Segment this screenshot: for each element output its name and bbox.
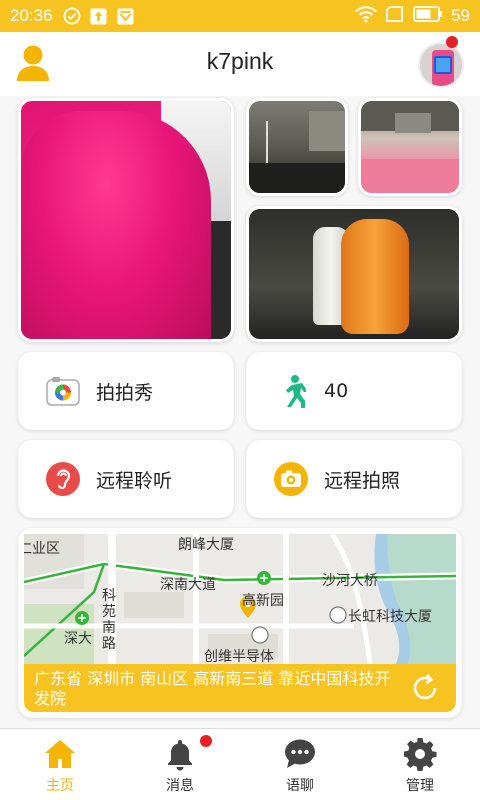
remote-photo-label: 远程拍照 [324, 469, 401, 492]
photo-show-label: 拍拍秀 [96, 381, 154, 404]
remote-camera-icon [274, 462, 308, 496]
map-label: 创维半导体 [204, 649, 274, 664]
app-header: k7pink [0, 32, 480, 96]
battery-level: 59 [451, 6, 470, 25]
map-label: 深南大道 [160, 577, 216, 593]
location-map-card[interactable]: 仁业区 朗峰大厦 深南大道 沙河大桥 高新园 科苑南路 长虹科技大厦 深大 创维… [18, 528, 462, 718]
remote-photo-button[interactable]: 远程拍照 [246, 440, 462, 518]
map-label: 深大 [64, 631, 92, 647]
tab-messages[interactable]: 消息 [120, 729, 240, 800]
map-label: 朗峰大厦 [178, 537, 234, 553]
photo-thumb[interactable] [358, 98, 462, 196]
tab-home-label: 主页 [46, 778, 74, 794]
battery-icon [413, 5, 443, 27]
watch-avatar[interactable] [418, 42, 464, 88]
check-circle-icon [63, 7, 81, 25]
tab-home[interactable]: 主页 [0, 729, 120, 800]
gear-icon [403, 737, 437, 771]
photo-thumb[interactable] [246, 98, 348, 196]
map-label: 仁业区 [24, 541, 60, 557]
map-view[interactable]: 仁业区 朗峰大厦 深南大道 沙河大桥 高新园 科苑南路 长虹科技大厦 深大 创维… [24, 534, 456, 664]
remote-listen-button[interactable]: 远程聆听 [18, 440, 234, 518]
home-icon [43, 737, 77, 771]
wifi-icon [355, 5, 377, 27]
refresh-icon[interactable] [408, 671, 442, 705]
address-text: 广东省 深圳市 南山区 高新南三道 靠近中国科技开发院 [34, 669, 391, 708]
bell-icon [163, 737, 197, 771]
map-label: 科苑南路 [102, 588, 116, 652]
photo-large[interactable] [18, 98, 234, 342]
map-label: 长虹科技大厦 [348, 609, 432, 625]
store-icon [117, 7, 135, 25]
ear-icon [46, 462, 80, 496]
step-count: 40 [324, 380, 349, 402]
camera-color-icon [46, 374, 80, 408]
address-bar: 广东省 深圳市 南山区 高新南三道 靠近中国科技开发院 [24, 664, 456, 712]
bottom-tab-bar: 主页 消息 语聊 管理 [0, 728, 480, 800]
steps-button[interactable]: 40 [246, 352, 462, 430]
status-time: 20:36 [10, 6, 53, 25]
map-label: 沙河大桥 [322, 573, 378, 589]
device-name: k7pink [206, 48, 274, 74]
map-label: 高新园 [242, 593, 284, 609]
tab-manage[interactable]: 管理 [360, 729, 480, 800]
tab-voice-chat[interactable]: 语聊 [240, 729, 360, 800]
status-bar: 20:36 59 [0, 0, 480, 32]
tab-messages-label: 消息 [166, 778, 194, 794]
chat-icon [283, 737, 317, 771]
notification-badge [446, 36, 458, 48]
photo-show-button[interactable]: 拍拍秀 [18, 352, 234, 430]
messages-badge [200, 735, 212, 747]
sim-card-icon [385, 5, 405, 27]
photo-thumb[interactable] [246, 206, 462, 342]
tab-manage-label: 管理 [406, 778, 434, 794]
tab-voice-chat-label: 语聊 [286, 778, 314, 794]
running-person-icon [274, 374, 308, 408]
remote-listen-label: 远程聆听 [96, 469, 173, 492]
upload-icon [90, 7, 108, 25]
